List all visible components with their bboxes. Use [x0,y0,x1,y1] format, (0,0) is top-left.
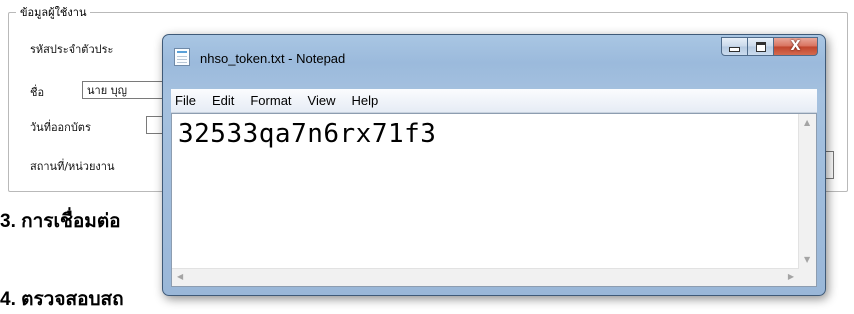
notepad-icon [174,48,190,66]
menu-edit[interactable]: Edit [204,89,242,112]
scroll-down-icon[interactable]: ▼ [804,256,810,264]
window-title: nhso_token.txt - Notepad [200,51,346,66]
menu-file[interactable]: File [171,89,204,112]
id-label: รหัสประจำตัวประ [30,43,114,56]
office-label: สถานที่/หน่วยงาน [30,160,115,173]
section-step3-heading: 3. การเชื่อมต่อ [0,211,121,232]
minimize-button[interactable] [721,37,748,56]
caption-buttons: X [721,37,818,56]
scroll-left-icon[interactable]: ◀ [177,273,183,281]
user-info-legend: ข้อมูลผู้ใช้งาน [16,3,91,21]
menu-view[interactable]: View [300,89,344,112]
editor-content[interactable]: 32533qa7n6rx71f3 [178,119,436,149]
minimize-icon [729,47,740,52]
menu-format[interactable]: Format [242,89,299,112]
close-button[interactable]: X [774,37,818,56]
menu-help[interactable]: Help [343,89,386,112]
notepad-window[interactable]: nhso_token.txt - Notepad X File Edit For… [162,34,826,296]
name-field[interactable]: นาย บุญ [82,81,172,99]
issue-date-label: วันที่ออกบัตร [30,121,91,134]
maximize-icon [755,41,766,52]
scroll-up-icon[interactable]: ▲ [804,119,810,127]
name-label: ชื่อ [30,86,45,99]
menu-bar: File Edit Format View Help [171,89,817,113]
text-editor[interactable]: 32533qa7n6rx71f3 ▲ ▼ ◀ ▶ [171,113,817,287]
horizontal-scrollbar[interactable]: ◀ ▶ [172,268,799,286]
scroll-right-icon[interactable]: ▶ [788,273,794,281]
vertical-scrollbar[interactable]: ▲ ▼ [798,114,816,269]
section-step4-heading: 4. ตรวจสอบสถ [0,289,124,310]
resize-grip-icon[interactable] [799,269,816,286]
close-icon: X [790,39,801,54]
maximize-button[interactable] [748,37,774,56]
